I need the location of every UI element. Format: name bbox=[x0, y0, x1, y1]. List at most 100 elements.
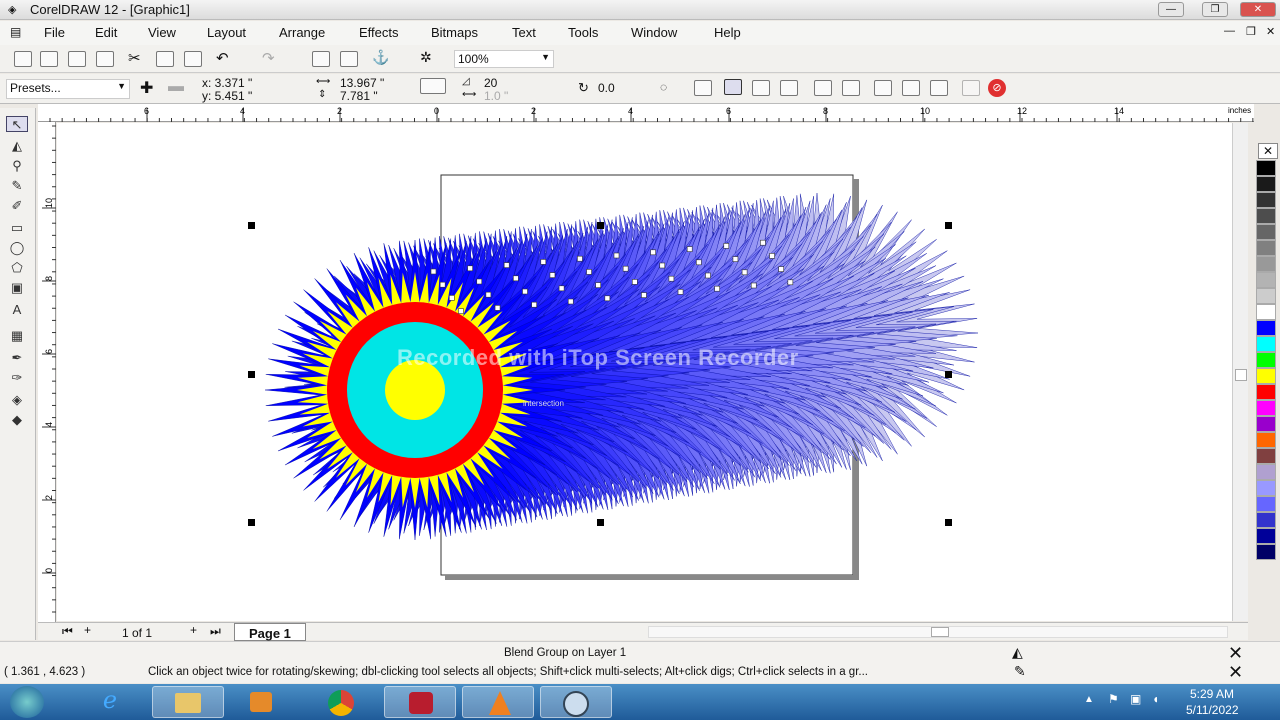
palette-swatch[interactable] bbox=[1256, 176, 1276, 192]
vlc-icon[interactable] bbox=[462, 686, 534, 718]
counterclockwise-blend-icon[interactable] bbox=[780, 80, 798, 96]
selection-handle[interactable] bbox=[945, 371, 952, 378]
blend-steps-toggle-icon[interactable] bbox=[420, 78, 446, 94]
vertical-scroll-thumb[interactable] bbox=[1235, 369, 1247, 381]
doc-restore-button[interactable]: ❐ bbox=[1246, 25, 1256, 38]
rectangle-tool-icon[interactable]: ▭ bbox=[6, 220, 28, 236]
no-color-swatch[interactable]: ✕ bbox=[1258, 143, 1278, 159]
menu-edit[interactable]: Edit bbox=[95, 25, 117, 40]
document-icon[interactable]: ▤ bbox=[10, 25, 21, 39]
palette-swatch[interactable] bbox=[1256, 192, 1276, 208]
palette-swatch[interactable] bbox=[1256, 240, 1276, 256]
basic-shapes-tool-icon[interactable]: ▣ bbox=[6, 280, 28, 296]
outline-tool-icon[interactable]: ✑ bbox=[6, 370, 28, 386]
menu-tools[interactable]: Tools bbox=[568, 25, 598, 40]
object-acceleration-icon[interactable] bbox=[814, 80, 832, 96]
maximize-button[interactable]: ❐ bbox=[1202, 2, 1228, 17]
show-hidden-icons[interactable]: ▲ bbox=[1084, 694, 1094, 705]
palette-swatch[interactable] bbox=[1256, 448, 1276, 464]
blend-spacing[interactable]: 1.0 " bbox=[484, 89, 508, 103]
import-icon[interactable] bbox=[312, 51, 330, 67]
media-player-icon[interactable] bbox=[226, 686, 298, 718]
print-icon[interactable] bbox=[96, 51, 114, 67]
palette-swatch[interactable] bbox=[1256, 400, 1276, 416]
blend-steps[interactable]: 20 bbox=[484, 76, 497, 90]
palette-swatch[interactable] bbox=[1256, 512, 1276, 528]
chrome-icon[interactable] bbox=[306, 686, 378, 718]
text-tool-icon[interactable]: A bbox=[6, 302, 28, 318]
palette-swatch[interactable] bbox=[1256, 320, 1276, 336]
presets-select[interactable]: Presets... ▼ bbox=[6, 79, 130, 99]
clockwise-blend-icon[interactable] bbox=[752, 80, 770, 96]
application-launcher-icon[interactable]: ⚓ bbox=[372, 49, 389, 66]
palette-swatch[interactable] bbox=[1256, 352, 1276, 368]
loop-blend-icon[interactable]: ◌ bbox=[660, 80, 667, 94]
horizontal-scroll-thumb[interactable] bbox=[931, 627, 949, 637]
menu-layout[interactable]: Layout bbox=[207, 25, 246, 40]
start-button[interactable] bbox=[10, 686, 44, 718]
zoom-tool-icon[interactable]: ⚲ bbox=[6, 158, 28, 174]
doc-close-button[interactable]: ✕ bbox=[1266, 25, 1275, 38]
fill-indicator-icon[interactable]: ◭ bbox=[1012, 644, 1023, 661]
clock-time[interactable]: 5:29 AM bbox=[1190, 687, 1234, 701]
palette-swatch[interactable] bbox=[1256, 208, 1276, 224]
interactive-blend-tool-icon[interactable]: ▦ bbox=[6, 328, 28, 344]
interactive-fill-tool-icon[interactable]: ◆ bbox=[6, 412, 28, 428]
coreldraw-icon[interactable] bbox=[540, 686, 612, 718]
blend-properties-icon[interactable] bbox=[962, 80, 980, 96]
palette-swatch[interactable] bbox=[1256, 416, 1276, 432]
menu-window[interactable]: Window bbox=[631, 25, 677, 40]
path-properties-icon[interactable] bbox=[874, 80, 892, 96]
eyedropper-tool-icon[interactable]: ✒ bbox=[6, 350, 28, 366]
selection-handle[interactable] bbox=[248, 371, 255, 378]
freehand-tool-icon[interactable]: ✎ bbox=[6, 178, 28, 194]
blend-path-icon[interactable] bbox=[694, 80, 712, 96]
palette-swatch[interactable] bbox=[1256, 432, 1276, 448]
close-button[interactable]: ✕ bbox=[1240, 2, 1276, 17]
save-icon[interactable] bbox=[68, 51, 86, 67]
palette-swatch[interactable] bbox=[1256, 336, 1276, 352]
menu-help[interactable]: Help bbox=[714, 25, 741, 40]
palette-swatch[interactable] bbox=[1256, 160, 1276, 176]
outline-indicator-icon[interactable]: ✎ bbox=[1014, 663, 1026, 680]
horizontal-scrollbar[interactable] bbox=[648, 626, 1228, 638]
palette-swatch[interactable] bbox=[1256, 288, 1276, 304]
palette-swatch[interactable] bbox=[1256, 368, 1276, 384]
add-page-after-icon[interactable]: + bbox=[190, 623, 197, 637]
selection-handle[interactable] bbox=[945, 222, 952, 229]
palette-swatch[interactable] bbox=[1256, 480, 1276, 496]
polygon-tool-icon[interactable]: ⬠ bbox=[6, 260, 28, 276]
selection-handle[interactable] bbox=[945, 519, 952, 526]
palette-swatch[interactable] bbox=[1256, 272, 1276, 288]
open-icon[interactable] bbox=[40, 51, 58, 67]
palette-swatch[interactable] bbox=[1256, 224, 1276, 240]
network-icon[interactable]: ▣ bbox=[1130, 692, 1141, 706]
doc-minimize-button[interactable]: — bbox=[1224, 25, 1235, 37]
undo-icon[interactable]: ↶ bbox=[216, 49, 229, 67]
menu-file[interactable]: File bbox=[44, 25, 65, 40]
menu-arrange[interactable]: Arrange bbox=[279, 25, 325, 40]
first-page-icon[interactable]: ⏮ bbox=[62, 624, 73, 639]
page-tab-page-1[interactable]: Page 1 bbox=[234, 623, 306, 641]
remove-preset-icon[interactable]: ▬ bbox=[168, 78, 184, 96]
ellipse-tool-icon[interactable]: ◯ bbox=[6, 240, 28, 256]
clock-date[interactable]: 5/11/2022 bbox=[1186, 703, 1239, 717]
copy-icon[interactable] bbox=[156, 51, 174, 67]
pick-tool-icon[interactable]: ↖ bbox=[6, 116, 28, 132]
palette-swatch[interactable] bbox=[1256, 544, 1276, 560]
menu-text[interactable]: Text bbox=[512, 25, 536, 40]
add-preset-icon[interactable]: ✚ bbox=[140, 78, 153, 98]
shape-tool-icon[interactable]: ◭ bbox=[6, 138, 28, 154]
start-end-properties-icon[interactable] bbox=[842, 80, 860, 96]
object-height[interactable]: 7.781 " bbox=[340, 89, 378, 103]
action-center-icon[interactable]: ⚑ bbox=[1108, 692, 1119, 706]
palette-swatch[interactable] bbox=[1256, 528, 1276, 544]
cut-icon[interactable]: ✂ bbox=[128, 49, 141, 67]
palette-swatch[interactable] bbox=[1256, 464, 1276, 480]
fill-tool-icon[interactable]: ◈ bbox=[6, 392, 28, 408]
paste-icon[interactable] bbox=[184, 51, 202, 67]
palette-swatch[interactable] bbox=[1256, 256, 1276, 272]
new-icon[interactable] bbox=[14, 51, 32, 67]
minimize-button[interactable]: — bbox=[1158, 2, 1184, 17]
vertical-ruler[interactable]: 10 8 6 4 2 0 bbox=[38, 122, 56, 622]
